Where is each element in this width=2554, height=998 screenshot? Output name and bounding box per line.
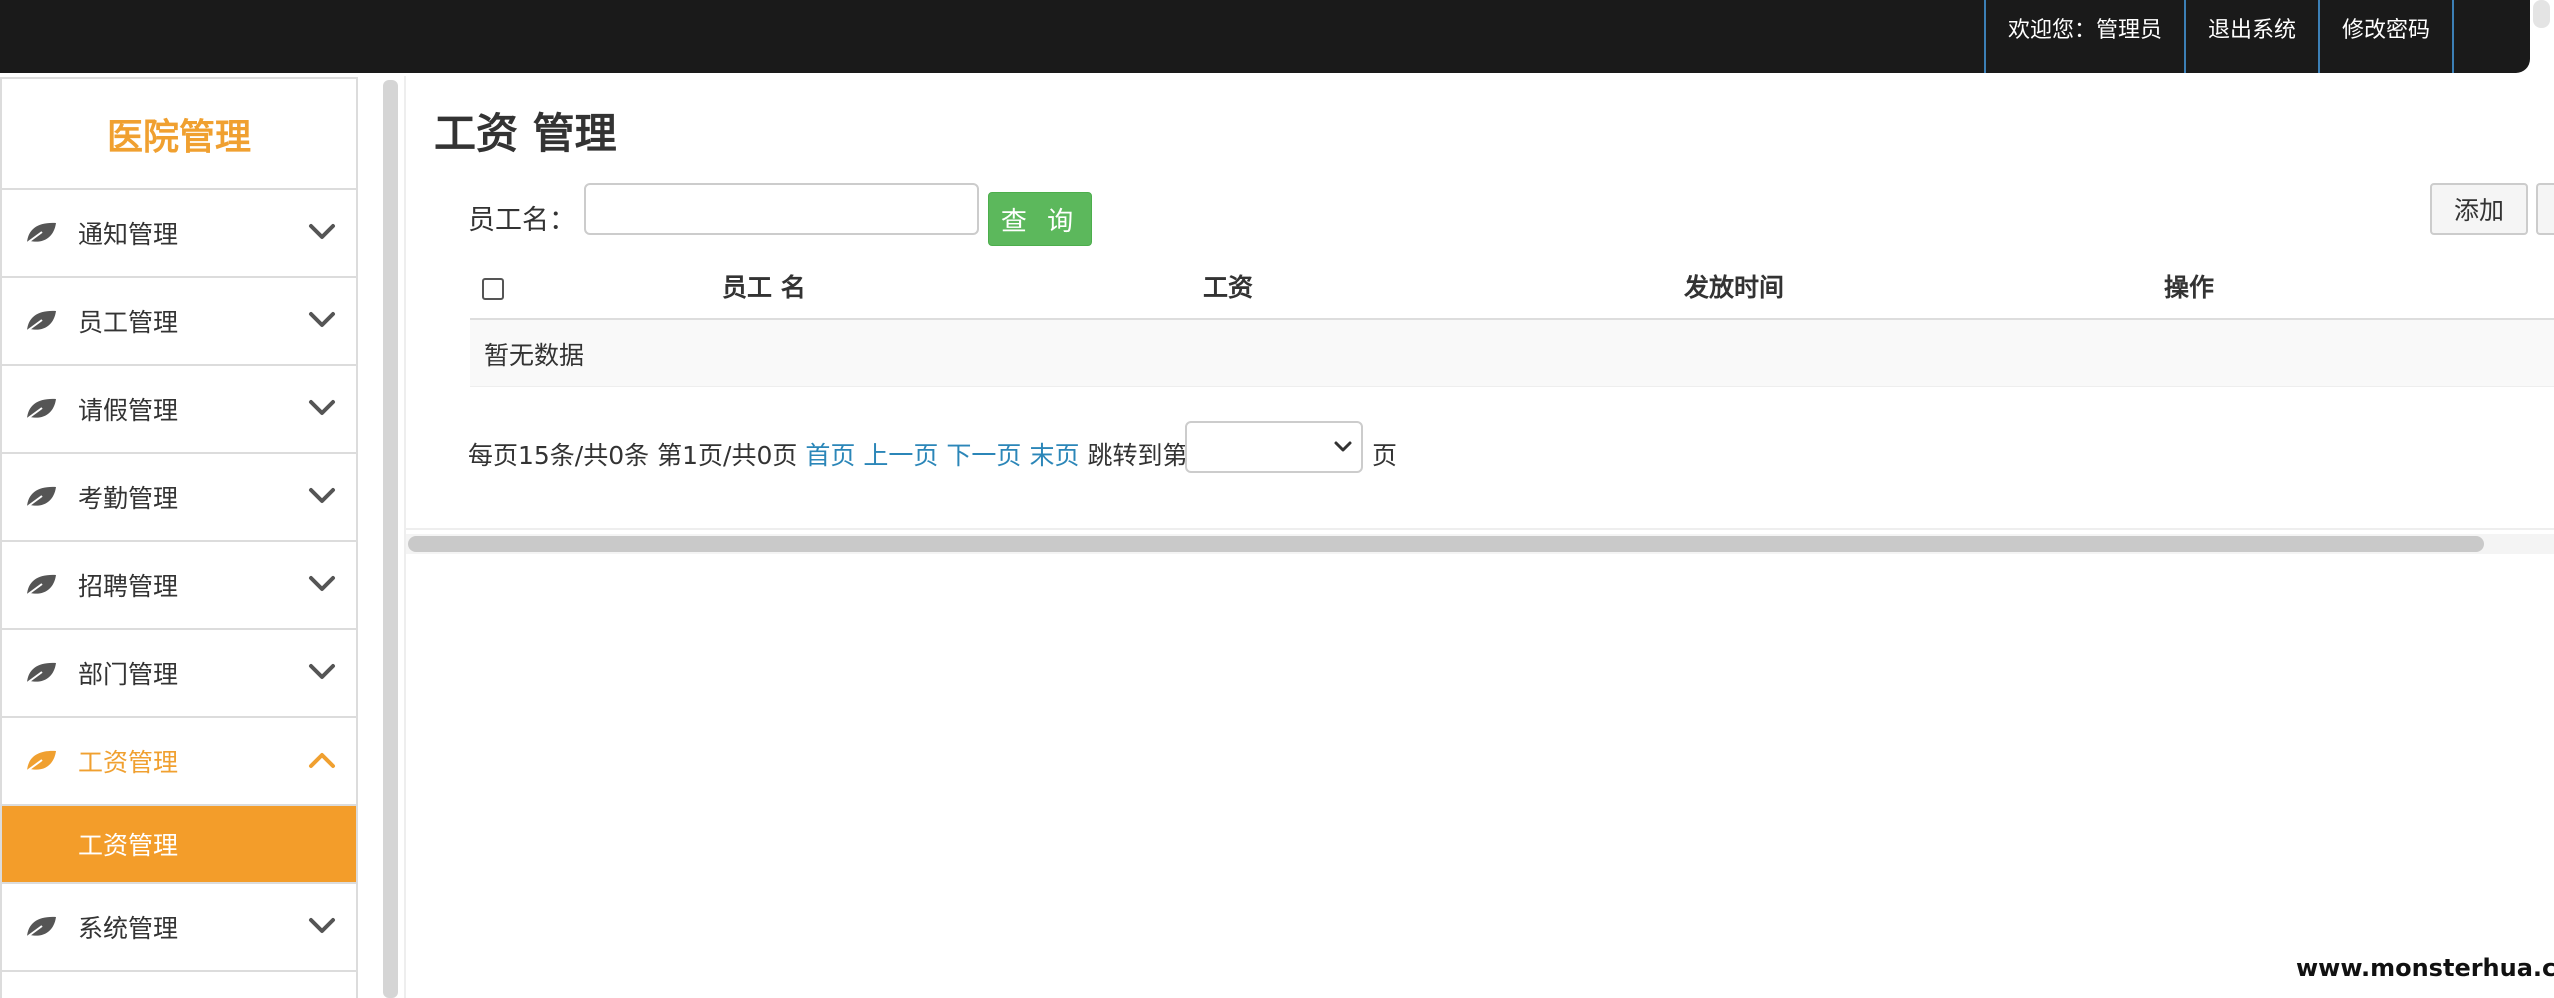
leaf-icon: [26, 486, 56, 508]
welcome-text: 欢迎您：管理员: [1984, 0, 2184, 73]
pagination-page-info: 第1页/共0页: [657, 441, 798, 470]
sidebar-item-label: 系统管理: [78, 914, 179, 943]
chevron-down-icon: [1334, 441, 1352, 452]
top-nav: 欢迎您：管理员 退出系统 修改密码: [1984, 0, 2455, 73]
leaf-icon: [26, 310, 56, 332]
chevron-down-icon: [309, 664, 335, 679]
sidebar-item-employee[interactable]: 员工管理: [2, 278, 356, 366]
top-bar: 欢迎您：管理员 退出系统 修改密码: [0, 0, 2530, 73]
column-header-actions: 操作: [2164, 273, 2215, 302]
page-title: 工资 管理: [434, 109, 617, 158]
sidebar-item-attendance[interactable]: 考勤管理: [2, 454, 356, 542]
sidebar: 医院管理 通知管理 员工管理 请假管理 考勤管理 招聘管理 部门管理 工资管理 …: [0, 77, 358, 998]
leaf-icon: [26, 398, 56, 420]
search-label: 员工名：: [468, 205, 576, 236]
leaf-icon: [26, 916, 56, 938]
page-jump-select[interactable]: [1185, 421, 1363, 473]
sidebar-item-label: 员工管理: [78, 308, 179, 337]
sidebar-brand: 医院管理: [2, 79, 356, 190]
column-header-salary: 工资: [1203, 273, 1254, 302]
prev-page-link[interactable]: 上一页: [863, 441, 938, 470]
leaf-icon: [26, 222, 56, 244]
sidebar-item-label: 招聘管理: [78, 572, 179, 601]
sidebar-item-department[interactable]: 部门管理: [2, 630, 356, 718]
sidebar-item-system[interactable]: 系统管理: [2, 884, 356, 972]
content-frame-border: [406, 528, 2554, 530]
table-empty-row: 暂无数据: [470, 320, 2554, 387]
leaf-icon: [26, 574, 56, 596]
leaf-icon: [26, 662, 56, 684]
sidebar-item-label: 请假管理: [78, 396, 179, 425]
sidebar-subitem-salary[interactable]: 工资管理: [2, 806, 356, 884]
pagination-per-page: 每页15条/共0条: [468, 441, 650, 470]
sidebar-item-notice[interactable]: 通知管理: [2, 190, 356, 278]
page-suffix-label: 页: [1372, 441, 1398, 470]
sidebar-item-salary[interactable]: 工资管理: [2, 718, 356, 806]
chevron-down-icon: [309, 576, 335, 591]
sidebar-item-label: 通知管理: [78, 220, 179, 249]
chevron-down-icon: [309, 918, 335, 933]
last-page-link[interactable]: 末页: [1029, 441, 1079, 470]
watermark: www.monsterhua.com: [2296, 954, 2554, 982]
chevron-down-icon: [309, 400, 335, 415]
employee-name-input[interactable]: [584, 183, 979, 235]
chevron-up-icon: [309, 753, 335, 768]
leaf-icon: [26, 750, 56, 772]
column-header-pay-date: 发放时间: [1684, 273, 1785, 302]
top-scrollbar[interactable]: [2533, 0, 2550, 28]
sidebar-item-label: 工资管理: [78, 748, 179, 777]
add-button[interactable]: 添加: [2430, 183, 2528, 235]
sidebar-item-label: 部门管理: [78, 660, 179, 689]
chevron-down-icon: [309, 488, 335, 503]
change-password-link[interactable]: 修改密码: [2318, 0, 2455, 73]
sidebar-scrollbar[interactable]: [383, 80, 398, 998]
sidebar-item-leave[interactable]: 请假管理: [2, 366, 356, 454]
empty-text: 暂无数据: [484, 341, 585, 370]
table-header: 员工 名 工资 发放时间 操作: [470, 252, 2554, 320]
more-button[interactable]: [2536, 183, 2554, 235]
chevron-down-icon: [309, 224, 335, 239]
jump-to-label: 跳转到第: [1087, 441, 1188, 470]
next-page-link[interactable]: 下一页: [946, 441, 1021, 470]
query-button[interactable]: 查 询: [988, 192, 1092, 246]
chevron-down-icon: [309, 312, 335, 327]
sidebar-item-recruitment[interactable]: 招聘管理: [2, 542, 356, 630]
logout-link[interactable]: 退出系统: [2184, 0, 2318, 73]
first-page-link[interactable]: 首页: [805, 441, 855, 470]
column-header-employee-name: 员工 名: [722, 273, 806, 302]
select-all-checkbox[interactable]: [482, 278, 504, 300]
horizontal-scrollbar-thumb[interactable]: [408, 536, 2484, 552]
pagination: 每页15条/共0条 第1页/共0页 首页 上一页 下一页 末页 跳转到第: [468, 436, 1187, 472]
sidebar-item-label: 考勤管理: [78, 484, 179, 513]
